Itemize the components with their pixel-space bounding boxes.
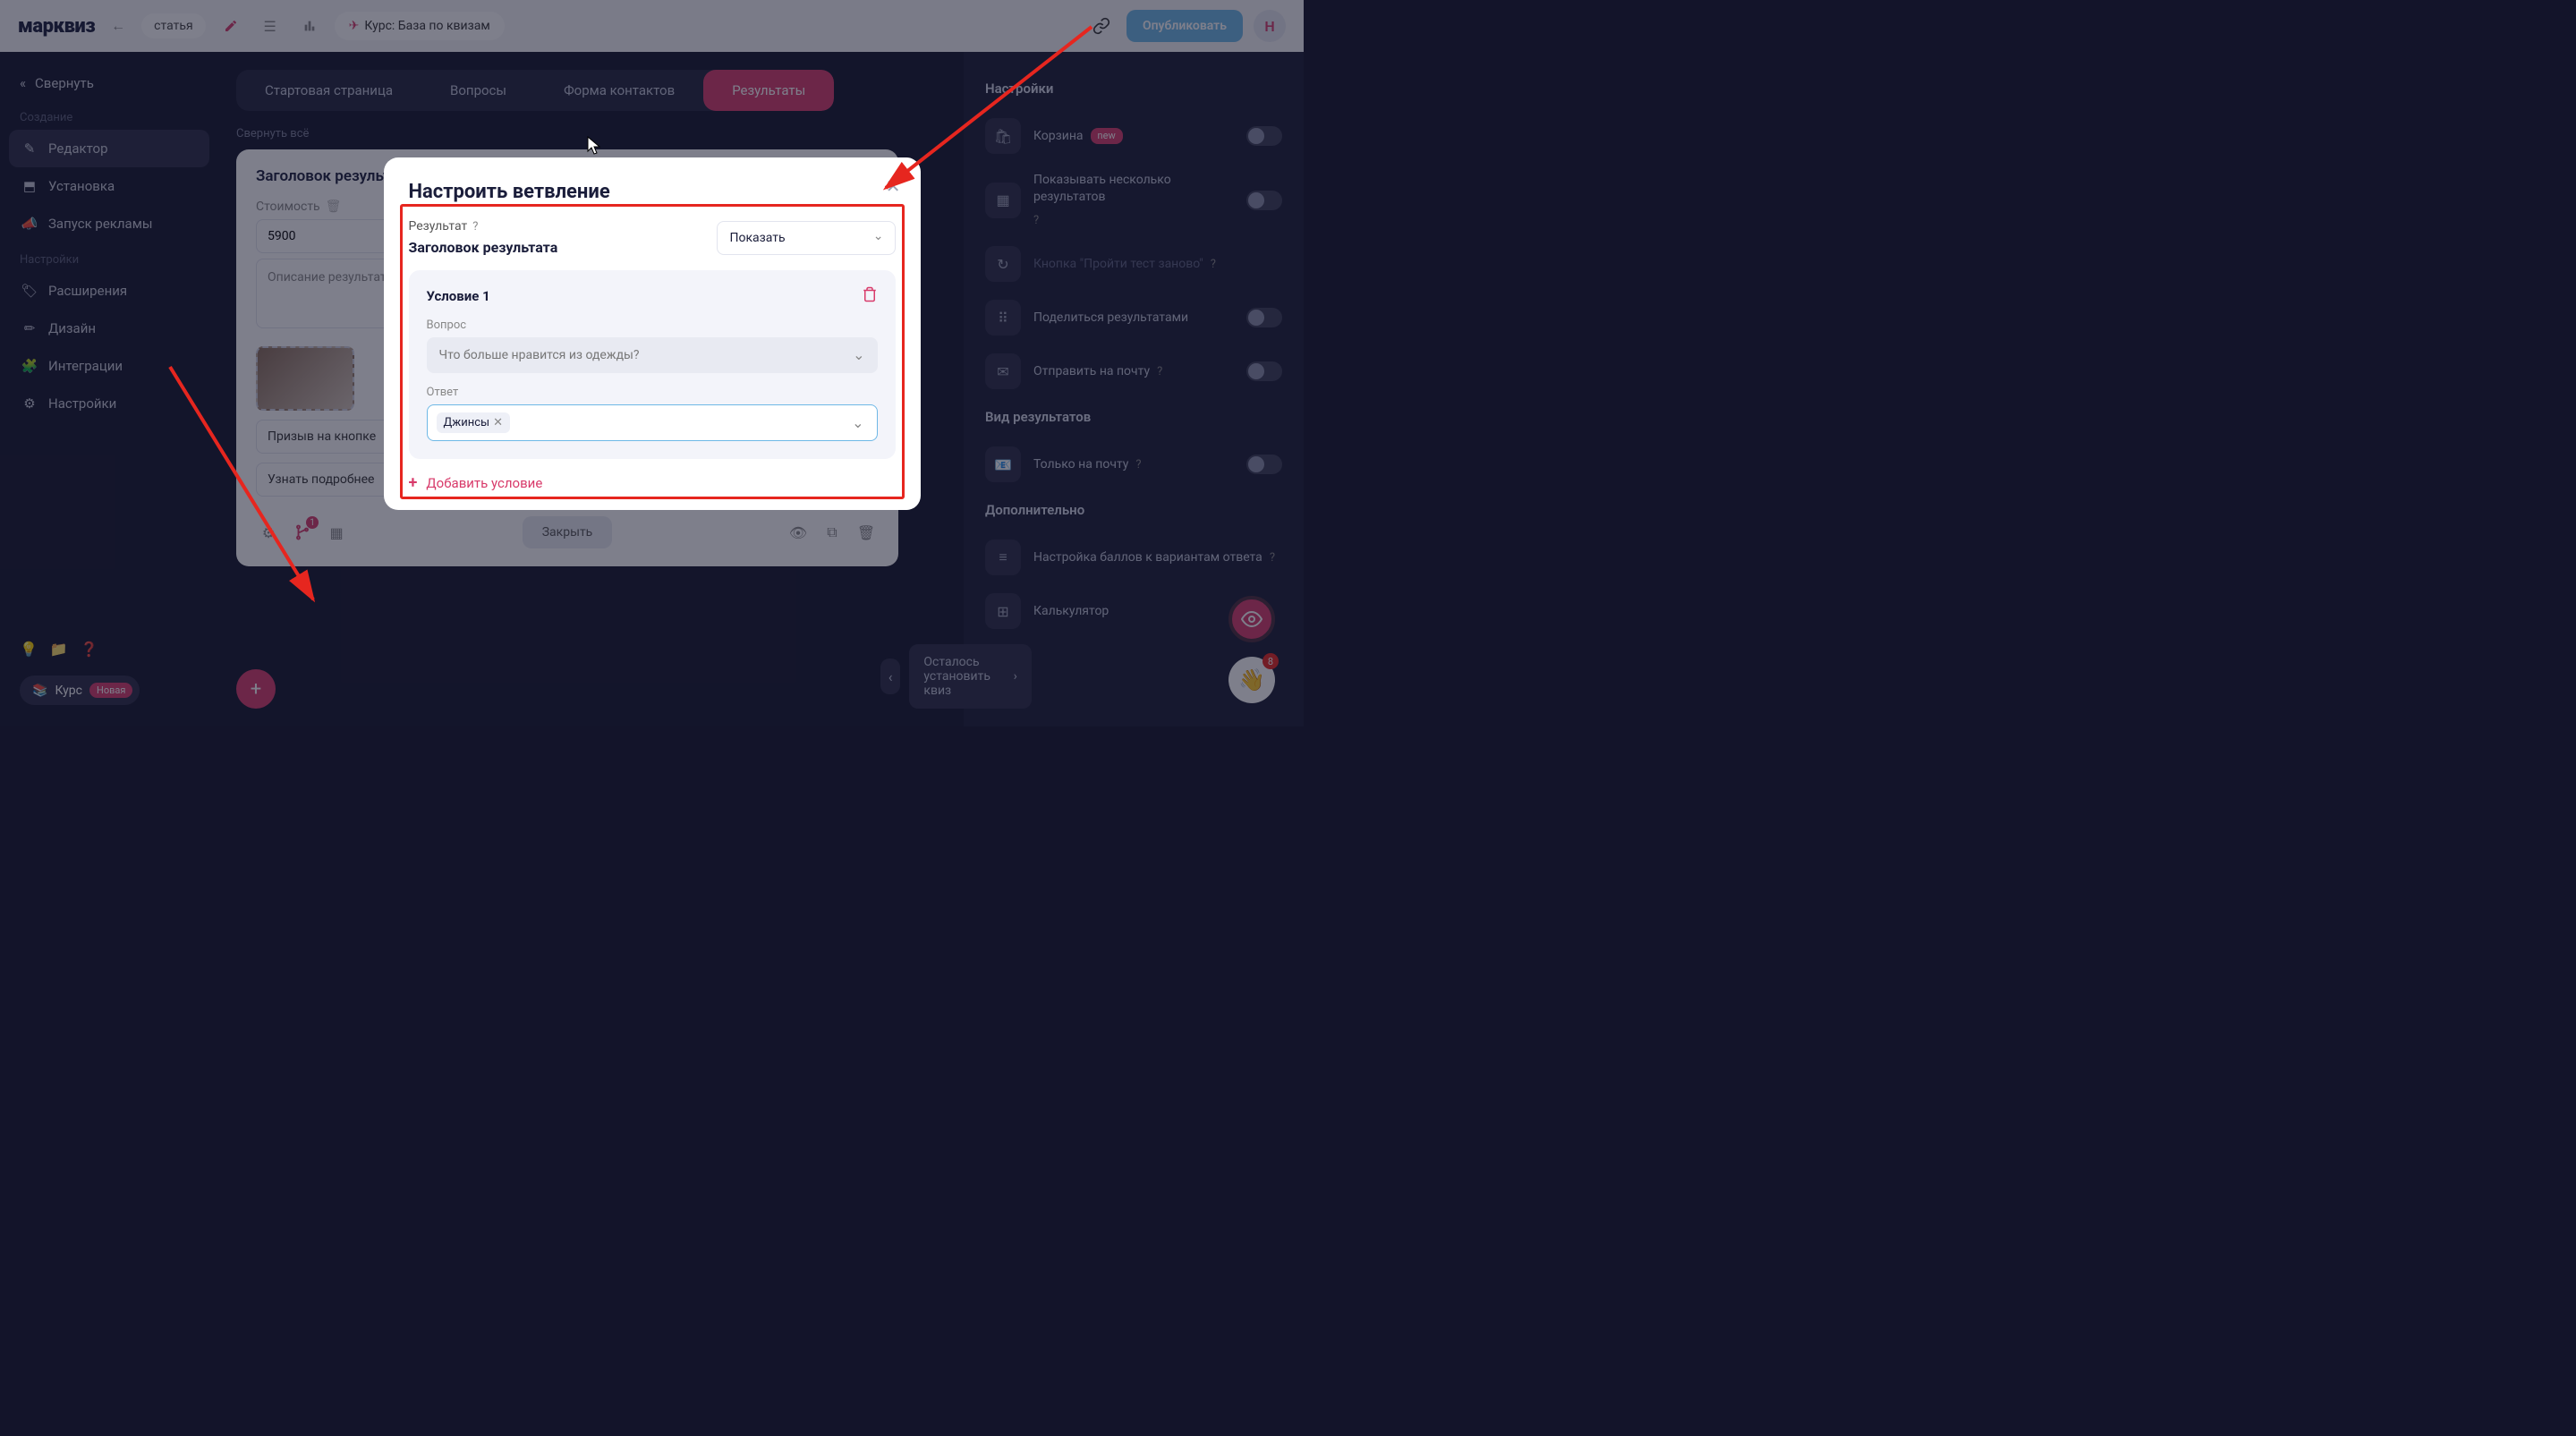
delete-condition-icon[interactable] — [862, 286, 878, 306]
question-label: Вопрос — [427, 319, 878, 332]
result-label: Результат? — [409, 219, 558, 234]
answer-select[interactable]: Джинсы✕ — [427, 404, 878, 441]
show-select[interactable]: Показать — [717, 221, 896, 255]
answer-chip: Джинсы✕ — [437, 412, 511, 433]
help-icon[interactable]: ? — [472, 220, 478, 234]
condition-card: Условие 1 Вопрос Что больше нравится из … — [409, 270, 896, 459]
modal-close-button[interactable]: ✕ — [886, 175, 901, 197]
question-select[interactable]: Что больше нравится из одежды? — [427, 337, 878, 373]
chip-remove-icon[interactable]: ✕ — [493, 416, 503, 429]
answer-label: Ответ — [427, 386, 878, 399]
modal-title: Настроить ветвление — [409, 181, 896, 203]
branching-modal: Настроить ветвление ✕ Результат? Заголов… — [384, 157, 921, 510]
condition-title: Условие 1 — [427, 288, 490, 304]
result-subtitle: Заголовок результата — [409, 239, 558, 256]
add-condition-button[interactable]: +Добавить условие — [409, 473, 896, 492]
